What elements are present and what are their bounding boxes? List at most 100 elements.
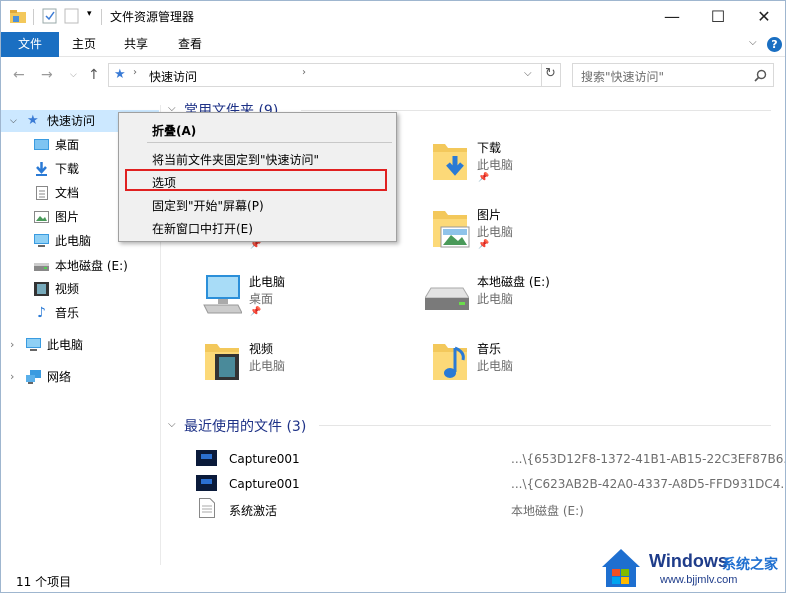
- image-file-icon: [196, 450, 217, 466]
- recent-file-name[interactable]: Capture001: [229, 477, 300, 491]
- music-folder-icon[interactable]: [431, 340, 471, 384]
- menu-item-pin-to-quick-access[interactable]: 将当前文件夹固定到"快速访问": [152, 151, 319, 168]
- sidebar-item-label: 此电脑: [47, 338, 84, 352]
- computer-icon[interactable]: [202, 273, 242, 317]
- pin-icon: 📌: [250, 307, 262, 317]
- breadcrumb-location[interactable]: 快速访问: [149, 68, 197, 85]
- chevron-down-icon[interactable]: ⌵: [168, 419, 176, 430]
- chevron-right-icon[interactable]: ›: [10, 366, 14, 388]
- sidebar-item-videos[interactable]: 视频: [1, 278, 159, 300]
- text-file-icon: [199, 498, 215, 518]
- item-count: 11 个项目: [16, 575, 72, 589]
- windows-logo-icon: [602, 549, 640, 587]
- tab-home[interactable]: 主页: [59, 32, 109, 57]
- pictures-folder-icon[interactable]: [431, 207, 471, 251]
- watermark-url: www.bjjmlv.com: [660, 574, 738, 586]
- qat-dropdown-icon[interactable]: ▾: [87, 9, 92, 19]
- tile-name[interactable]: 视频: [249, 340, 273, 357]
- sidebar-item-network[interactable]: › 网络: [1, 366, 159, 388]
- watermark: Windows 系统之家 www.bjjmlv.com: [598, 545, 785, 592]
- ribbon-tabs: 文件 主页 共享 查看 ⌵ ?: [1, 32, 785, 57]
- new-folder-icon[interactable]: [64, 7, 80, 25]
- maximize-button[interactable]: ☐: [695, 1, 741, 32]
- tab-share[interactable]: 共享: [111, 32, 161, 57]
- sidebar-item-label: 音乐: [55, 306, 80, 320]
- menu-separator: [147, 142, 392, 143]
- menu-item-options[interactable]: 选项: [152, 174, 176, 191]
- address-dropdown-icon[interactable]: ⌵: [524, 68, 532, 79]
- video-icon: [34, 282, 49, 296]
- breadcrumb-chevron-icon[interactable]: ›: [133, 67, 137, 78]
- tile-name[interactable]: 此电脑: [249, 273, 285, 290]
- recent-file-path: ...\{653D12F8-1372-41B1-AB15-22C3EF87B6.…: [511, 452, 786, 466]
- up-icon[interactable]: ↑: [88, 67, 100, 83]
- close-button[interactable]: ✕: [741, 1, 785, 32]
- menu-item-collapse[interactable]: 折叠(A): [152, 122, 196, 139]
- sidebar-item-local-disk[interactable]: 本地磁盘 (E:): [1, 255, 159, 277]
- tab-view[interactable]: 查看: [165, 32, 215, 57]
- drive-icon: [34, 263, 49, 271]
- tile-name[interactable]: 下载: [477, 139, 501, 156]
- context-menu: 折叠(A) 将当前文件夹固定到"快速访问" 选项 固定到"开始"屏幕(P) 在新…: [118, 112, 397, 242]
- properties-icon[interactable]: [42, 7, 58, 25]
- sidebar-item-this-pc-root[interactable]: › 此电脑: [1, 334, 159, 356]
- sidebar-item-label: 本地磁盘 (E:): [55, 259, 128, 273]
- ribbon-expand-icon[interactable]: ⌵: [749, 37, 757, 48]
- computer-icon: [34, 234, 49, 247]
- recent-file-path: ...\{C623AB2B-42A0-4337-A8D5-FFD931DC4..…: [511, 477, 786, 491]
- refresh-icon[interactable]: ↻: [545, 66, 556, 81]
- sidebar-item-label: 桌面: [55, 138, 80, 152]
- download-arrow-icon: [36, 162, 47, 176]
- minimize-button[interactable]: —: [649, 1, 695, 32]
- window-title: 文件资源管理器: [110, 10, 195, 24]
- chevron-down-icon[interactable]: ⌵: [10, 110, 17, 132]
- tile-location: 桌面: [249, 292, 274, 306]
- sidebar-item-label: 下载: [55, 162, 80, 176]
- watermark-brand: Windows: [649, 551, 728, 571]
- recent-files-header[interactable]: 最近使用的文件 (3): [184, 416, 306, 436]
- document-icon: [36, 186, 48, 200]
- recent-file-path: 本地磁盘 (E:): [511, 504, 584, 518]
- quick-access-star-icon: ★: [27, 113, 39, 128]
- search-input[interactable]: 搜索"快速访问": [581, 68, 664, 85]
- qat-divider: [33, 9, 34, 25]
- back-icon[interactable]: ←: [13, 67, 25, 83]
- group-divider: [319, 425, 771, 426]
- desktop-icon: [34, 139, 49, 150]
- title-divider: [101, 9, 102, 25]
- search-box[interactable]: 搜索"快速访问": [572, 63, 774, 87]
- recent-file-name[interactable]: 系统激活: [229, 502, 277, 519]
- breadcrumb-chevron-icon[interactable]: ›: [302, 67, 306, 78]
- sidebar-item-music[interactable]: ♪ 音乐: [1, 302, 159, 324]
- tile-name[interactable]: 音乐: [477, 340, 501, 357]
- recent-file-name[interactable]: Capture001: [229, 452, 300, 466]
- title-bar: ▾ 文件资源管理器 — ☐ ✕: [1, 1, 785, 32]
- pin-icon: 📌: [478, 240, 490, 250]
- folder-icon: [10, 10, 26, 23]
- recent-locations-icon[interactable]: ⌵: [70, 70, 77, 80]
- network-icon: [26, 370, 41, 384]
- tile-location: 此电脑: [477, 359, 514, 373]
- menu-item-open-new-window[interactable]: 在新窗口中打开(E): [152, 220, 253, 237]
- tile-name[interactable]: 图片: [477, 206, 501, 223]
- image-file-icon: [196, 475, 217, 491]
- drive-icon[interactable]: [425, 286, 469, 312]
- address-bar[interactable]: ★ › 快速访问 › ⌵ ↻: [108, 63, 561, 87]
- help-icon[interactable]: ?: [767, 37, 782, 52]
- tab-file[interactable]: 文件: [1, 32, 59, 57]
- tile-location: 此电脑: [249, 359, 286, 373]
- menu-item-pin-to-start[interactable]: 固定到"开始"屏幕(P): [152, 197, 264, 214]
- sidebar-item-label: 文档: [55, 186, 80, 200]
- sidebar-item-label: 视频: [55, 282, 80, 296]
- search-icon[interactable]: [754, 69, 767, 82]
- explorer-window: ▾ 文件资源管理器 — ☐ ✕ 文件 主页 共享 查看 ⌵ ? ← → ⌵ ↑ …: [0, 0, 786, 593]
- pin-icon: 📌: [478, 173, 490, 183]
- sidebar-item-label: 快速访问: [47, 114, 96, 128]
- tile-name[interactable]: 本地磁盘 (E:): [477, 273, 550, 290]
- forward-icon[interactable]: →: [41, 67, 53, 83]
- chevron-right-icon[interactable]: ›: [10, 334, 14, 356]
- picture-icon: [34, 211, 49, 223]
- downloads-folder-icon[interactable]: [431, 140, 469, 184]
- address-divider: [541, 64, 542, 86]
- videos-folder-icon[interactable]: [203, 340, 243, 384]
